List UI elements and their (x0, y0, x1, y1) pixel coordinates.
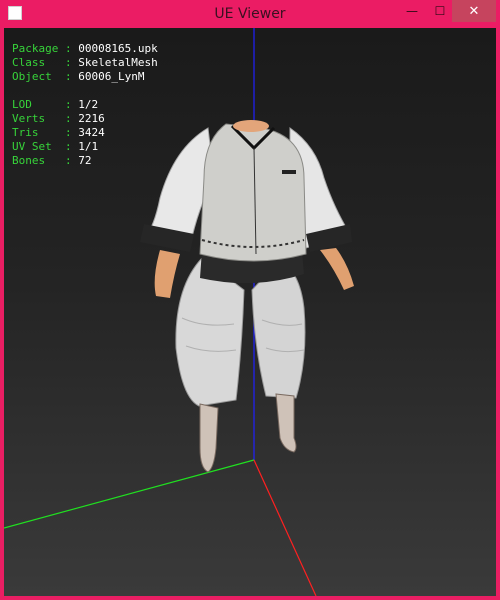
info-separator: : (58, 42, 79, 55)
info-label-class: Class (12, 56, 46, 69)
info-label-bones: Bones (12, 154, 46, 167)
info-value-class: SkeletalMesh (78, 56, 158, 69)
info-label-tris: Tris (12, 126, 39, 139)
minimize-button[interactable]: — (398, 0, 426, 22)
mesh-info-overlay: Package : 00008165.upk Class : SkeletalM… (12, 42, 158, 168)
info-row-uvset: UV Set : 1/1 (12, 140, 158, 154)
info-value-package: 00008165.upk (78, 42, 158, 55)
info-label-lod: LOD (12, 98, 32, 111)
info-separator: : (45, 112, 79, 125)
maximize-button[interactable]: ☐ (426, 0, 454, 22)
info-row-object: Object : 60006_LynM (12, 70, 158, 84)
title-bar[interactable]: UE Viewer — ☐ ✕ (0, 0, 500, 28)
info-separator: : (45, 56, 79, 69)
x-axis-line (253, 459, 317, 596)
3d-viewport[interactable]: Package : 00008165.upk Class : SkeletalM… (4, 28, 496, 596)
info-row-lod: LOD : 1/2 (12, 98, 158, 112)
info-label-package: Package (12, 42, 59, 55)
info-label-verts: Verts (12, 112, 46, 125)
app-window: UE Viewer — ☐ ✕ Package: 00008165.upk C… (0, 0, 500, 600)
info-label-uvset: UV Set (12, 140, 52, 153)
info-separator: : (38, 126, 79, 139)
y-axis-line (4, 459, 255, 529)
info-value-tris: 3424 (78, 126, 105, 139)
info-row-verts: Verts : 2216 (12, 112, 158, 126)
info-value-lod: 1/2 (78, 98, 99, 111)
info-value-uvset: 1/1 (78, 140, 99, 153)
character-mesh (140, 120, 354, 473)
info-value-bones: 72 (78, 154, 92, 167)
close-button[interactable]: ✕ (452, 0, 496, 22)
info-value-verts: 2216 (78, 112, 105, 125)
info-row-package: Package : 00008165.upk (12, 42, 158, 56)
info-separator: : (45, 154, 79, 167)
info-value-object: 60006_LynM (78, 70, 145, 83)
info-separator: : (31, 98, 79, 111)
info-row-class: Class : SkeletalMesh (12, 56, 158, 70)
info-separator: : (51, 70, 79, 83)
info-label-object: Object (12, 70, 52, 83)
info-separator: : (51, 140, 79, 153)
info-row-tris: Tris : 3424 (12, 126, 158, 140)
info-row-bones: Bones : 72 (12, 154, 158, 168)
